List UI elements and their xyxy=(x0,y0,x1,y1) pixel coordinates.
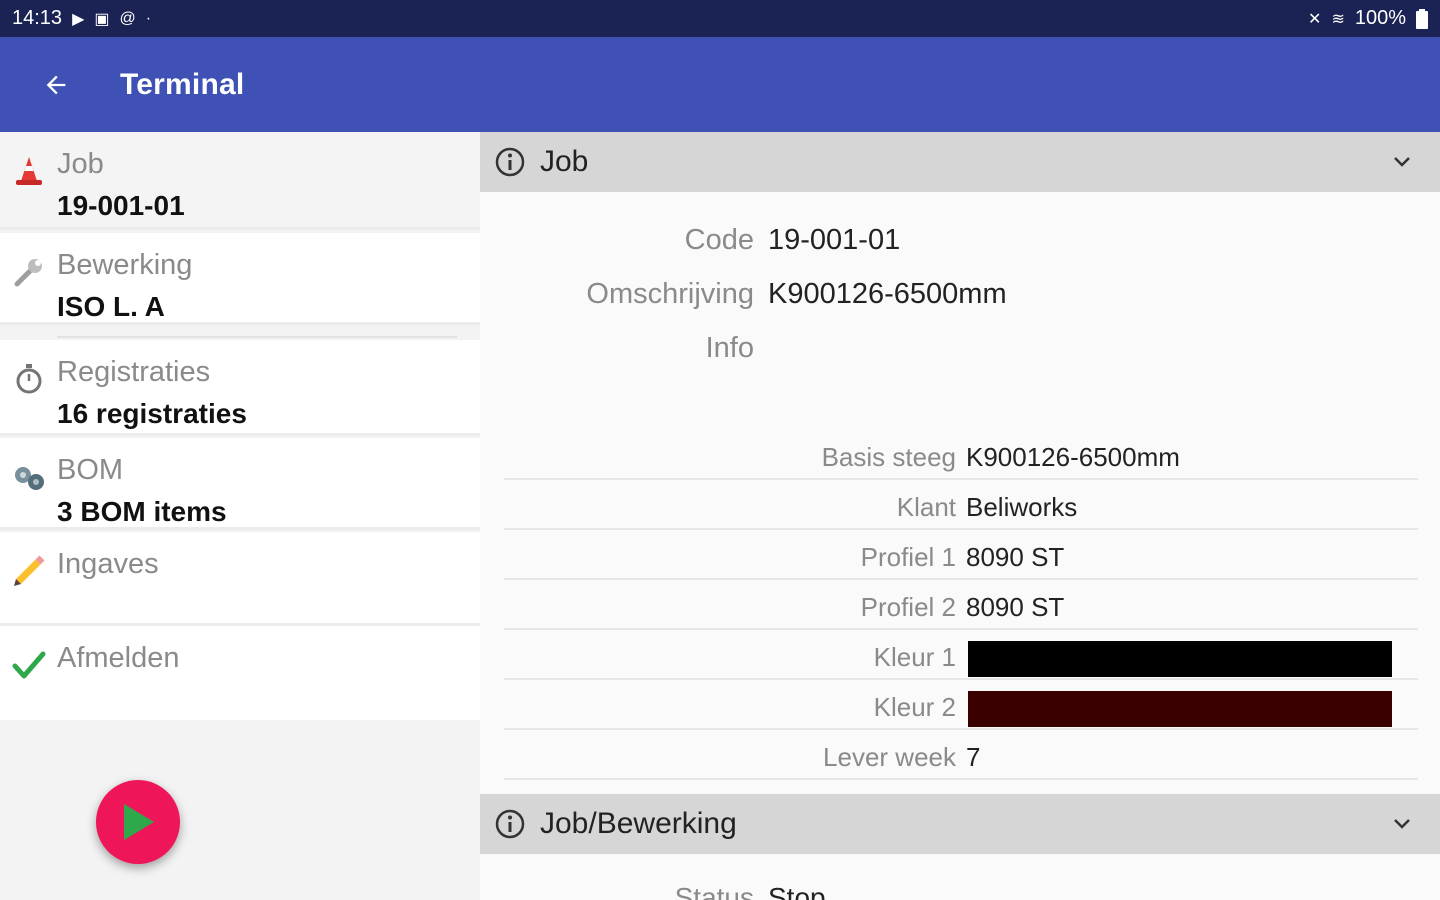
menu-item-registraties[interactable]: Registraties 16 registraties xyxy=(0,340,480,436)
menu-item-label: Registraties xyxy=(57,356,211,388)
field-label: Status xyxy=(674,882,754,900)
arrow-left-icon xyxy=(46,75,66,94)
menu-item-value: 3 BOM items xyxy=(57,496,227,527)
divider xyxy=(57,336,457,338)
section-title: Job/Bewerking xyxy=(540,807,737,840)
table-cell-label: Basis steeg xyxy=(821,442,956,472)
mute-icon: ✕ xyxy=(1308,10,1322,28)
stopwatch-icon xyxy=(12,362,46,396)
field-value: 19-001-01 xyxy=(768,224,901,256)
table-cell-value: 8090 ST xyxy=(966,592,1065,622)
section-header-job[interactable]: Job xyxy=(480,132,1440,192)
menu-item-job[interactable]: Job 19-001-01 xyxy=(0,132,480,230)
traffic-cone-icon xyxy=(12,154,46,188)
field-label: Omschrijving xyxy=(586,278,754,310)
menu-item-label: Bewerking xyxy=(57,249,193,281)
pencil-icon xyxy=(12,554,46,588)
checkmark-icon xyxy=(12,648,46,682)
bolts-icon xyxy=(12,460,46,494)
wifi-icon: ≋ xyxy=(1331,10,1345,28)
wrench-icon xyxy=(12,255,46,289)
navigation-panel: Job 19-001-01 Bewerking ISO L. A Registr… xyxy=(0,132,480,900)
menu-item-afmelden[interactable]: Afmelden xyxy=(0,626,480,720)
menu-item-bom[interactable]: BOM 3 BOM items xyxy=(0,438,480,530)
section-title: Job xyxy=(540,145,589,178)
table-row: Lever week 7 xyxy=(504,730,1418,780)
table-cell-label: Kleur 2 xyxy=(873,692,956,722)
table-cell-label: Lever week xyxy=(823,742,956,772)
field-label: Code xyxy=(684,224,754,256)
menu-item-value: 19-001-01 xyxy=(57,190,185,221)
menu-item-ingaves[interactable]: Ingaves xyxy=(0,532,480,626)
table-cell-value: 7 xyxy=(966,742,981,772)
table-row: Kleur 1 xyxy=(504,630,1418,680)
chevron-down-icon[interactable] xyxy=(1390,812,1414,836)
menu-item-label: Job xyxy=(57,148,104,180)
dot-icon: · xyxy=(145,9,152,27)
table-row: Kleur 2 xyxy=(504,680,1418,730)
menu-item-label: Ingaves xyxy=(57,548,159,580)
at-icon: @ xyxy=(119,9,136,27)
table-row: Basis steeg K900126-6500mm xyxy=(504,430,1418,480)
field-label: Info xyxy=(705,332,754,364)
info-icon xyxy=(495,147,525,177)
menu-item-label: BOM xyxy=(57,454,124,486)
chevron-down-icon[interactable] xyxy=(1390,150,1414,174)
play-icon xyxy=(124,804,154,840)
info-icon xyxy=(495,809,525,839)
app-bar: Terminal xyxy=(0,37,1440,132)
back-button[interactable] xyxy=(28,57,84,113)
battery-percent: 100% xyxy=(1354,7,1406,29)
table-cell-label: Kleur 1 xyxy=(873,642,956,672)
battery-icon xyxy=(1416,8,1428,29)
menu-item-label: Afmelden xyxy=(57,642,180,674)
menu-item-value: 16 registraties xyxy=(57,398,247,429)
color-swatch xyxy=(968,691,1392,727)
table-cell-value: K900126-6500mm xyxy=(966,442,1180,472)
field-value: K900126-6500mm xyxy=(768,278,1007,310)
page-title: Terminal xyxy=(120,67,245,101)
table-row: Profiel 2 8090 ST xyxy=(504,580,1418,630)
status-time: 14:13 xyxy=(12,7,63,29)
color-swatch xyxy=(968,641,1392,677)
table-cell-value: 8090 ST xyxy=(966,542,1065,572)
menu-item-bewerking[interactable]: Bewerking ISO L. A xyxy=(0,233,480,325)
field-value: Stop xyxy=(768,882,826,900)
table-cell-label: Profiel 2 xyxy=(860,592,956,622)
start-button[interactable] xyxy=(96,780,180,864)
table-cell-label: Klant xyxy=(896,492,956,522)
play-icon: ▶ xyxy=(72,10,85,28)
table-cell-label: Profiel 1 xyxy=(860,542,956,572)
table-row: Profiel 1 8090 ST xyxy=(504,530,1418,580)
section-header-job-bewerking[interactable]: Job/Bewerking xyxy=(480,794,1440,854)
status-bar: 14:13 ▶ ▣ @ · ✕ ≋ 100% xyxy=(0,0,1440,37)
detail-panel: Job Code 19-001-01 Omschrijving K900126-… xyxy=(480,132,1440,900)
table-cell-value: Beliworks xyxy=(966,492,1078,522)
menu-item-value: ISO L. A xyxy=(57,291,165,322)
table-row: Klant Beliworks xyxy=(504,480,1418,530)
image-icon: ▣ xyxy=(94,10,110,28)
